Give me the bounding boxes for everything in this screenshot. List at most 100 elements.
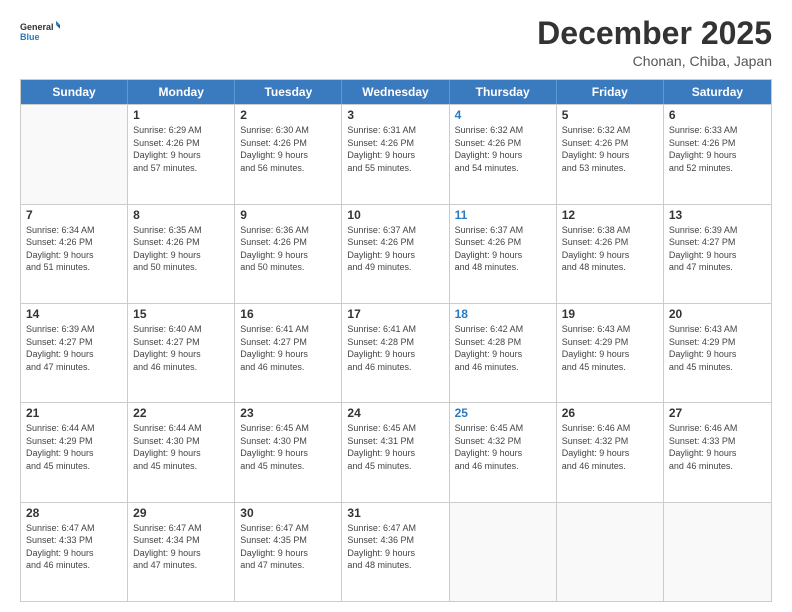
day-info: Sunrise: 6:29 AMSunset: 4:26 PMDaylight:… [133, 124, 229, 174]
calendar-row-3: 21 Sunrise: 6:44 AMSunset: 4:29 PMDayligh… [21, 402, 771, 501]
day-cell-13: 13Sunrise: 6:39 AMSunset: 4:27 PMDayligh… [664, 205, 771, 303]
day-number: 30 [240, 506, 336, 520]
day-cell-1: 1 Sunrise: 6:29 AMSunset: 4:26 PMDaylight… [128, 105, 235, 203]
day-info: Sunrise: 6:37 AMSunset: 4:26 PMDaylight:… [347, 224, 443, 274]
day-number: 16 [240, 307, 336, 321]
logo: General Blue [20, 16, 60, 51]
day-info: Sunrise: 6:45 AMSunset: 4:32 PMDaylight:… [455, 422, 551, 472]
day-cell-31: 31 Sunrise: 6:47 AMSunset: 4:36 PMDayligh… [342, 503, 449, 601]
day-cell-11: 11 Sunrise: 6:37 AMSunset: 4:26 PMDayligh… [450, 205, 557, 303]
empty-cell [21, 105, 128, 203]
day-cell-30: 30 Sunrise: 6:47 AMSunset: 4:35 PMDayligh… [235, 503, 342, 601]
day-cell-27: 27Sunrise: 6:46 AMSunset: 4:33 PMDayligh… [664, 403, 771, 501]
empty-cell [664, 503, 771, 601]
day-info: Sunrise: 6:43 AMSunset: 4:29 PMDaylight:… [562, 323, 658, 373]
day-number: 25 [455, 406, 551, 420]
day-number: 21 [26, 406, 122, 420]
header-day-wednesday: Wednesday [342, 80, 449, 104]
day-number: 8 [133, 208, 229, 222]
day-info: Sunrise: 6:46 AMSunset: 4:33 PMDaylight:… [669, 422, 766, 472]
calendar-row-4: 28 Sunrise: 6:47 AMSunset: 4:33 PMDayligh… [21, 502, 771, 601]
day-info: Sunrise: 6:47 AMSunset: 4:34 PMDaylight:… [133, 522, 229, 572]
day-info: Sunrise: 6:46 AMSunset: 4:32 PMDaylight:… [562, 422, 658, 472]
day-cell-26: 26Sunrise: 6:46 AMSunset: 4:32 PMDayligh… [557, 403, 664, 501]
calendar-row-0: 1 Sunrise: 6:29 AMSunset: 4:26 PMDaylight… [21, 104, 771, 203]
day-number: 13 [669, 208, 766, 222]
day-cell-10: 10 Sunrise: 6:37 AMSunset: 4:26 PMDayligh… [342, 205, 449, 303]
day-info: Sunrise: 6:36 AMSunset: 4:26 PMDaylight:… [240, 224, 336, 274]
day-number: 3 [347, 108, 443, 122]
day-info: Sunrise: 6:31 AMSunset: 4:26 PMDaylight:… [347, 124, 443, 174]
day-info: Sunrise: 6:40 AMSunset: 4:27 PMDaylight:… [133, 323, 229, 373]
day-cell-3: 3 Sunrise: 6:31 AMSunset: 4:26 PMDaylight… [342, 105, 449, 203]
day-number: 14 [26, 307, 122, 321]
day-info: Sunrise: 6:44 AMSunset: 4:29 PMDaylight:… [26, 422, 122, 472]
day-cell-29: 29 Sunrise: 6:47 AMSunset: 4:34 PMDayligh… [128, 503, 235, 601]
day-cell-7: 7 Sunrise: 6:34 AMSunset: 4:26 PMDaylight… [21, 205, 128, 303]
day-info: Sunrise: 6:44 AMSunset: 4:30 PMDaylight:… [133, 422, 229, 472]
day-cell-17: 17Sunrise: 6:41 AMSunset: 4:28 PMDayligh… [342, 304, 449, 402]
day-info: Sunrise: 6:34 AMSunset: 4:26 PMDaylight:… [26, 224, 122, 274]
day-info: Sunrise: 6:42 AMSunset: 4:28 PMDaylight:… [455, 323, 551, 373]
day-number: 19 [562, 307, 658, 321]
day-number: 1 [133, 108, 229, 122]
day-cell-8: 8 Sunrise: 6:35 AMSunset: 4:26 PMDaylight… [128, 205, 235, 303]
svg-text:General: General [20, 22, 54, 32]
day-info: Sunrise: 6:47 AMSunset: 4:35 PMDaylight:… [240, 522, 336, 572]
day-number: 6 [669, 108, 766, 122]
calendar-row-1: 7 Sunrise: 6:34 AMSunset: 4:26 PMDaylight… [21, 204, 771, 303]
day-cell-23: 23Sunrise: 6:45 AMSunset: 4:30 PMDayligh… [235, 403, 342, 501]
day-cell-20: 20Sunrise: 6:43 AMSunset: 4:29 PMDayligh… [664, 304, 771, 402]
month-title: December 2025 [537, 16, 772, 51]
day-cell-18: 18Sunrise: 6:42 AMSunset: 4:28 PMDayligh… [450, 304, 557, 402]
day-number: 29 [133, 506, 229, 520]
title-block: December 2025 Chonan, Chiba, Japan [537, 16, 772, 69]
header-day-saturday: Saturday [664, 80, 771, 104]
calendar-row-2: 14 Sunrise: 6:39 AMSunset: 4:27 PMDayligh… [21, 303, 771, 402]
day-info: Sunrise: 6:38 AMSunset: 4:26 PMDaylight:… [562, 224, 658, 274]
calendar-body: 1 Sunrise: 6:29 AMSunset: 4:26 PMDaylight… [21, 104, 771, 601]
day-info: Sunrise: 6:35 AMSunset: 4:26 PMDaylight:… [133, 224, 229, 274]
calendar-header: SundayMondayTuesdayWednesdayThursdayFrid… [21, 80, 771, 104]
day-info: Sunrise: 6:33 AMSunset: 4:26 PMDaylight:… [669, 124, 766, 174]
svg-text:Blue: Blue [20, 32, 40, 42]
logo-svg: General Blue [20, 16, 60, 51]
day-number: 11 [455, 208, 551, 222]
page: General Blue December 2025 Chonan, Chiba… [0, 0, 792, 612]
day-info: Sunrise: 6:37 AMSunset: 4:26 PMDaylight:… [455, 224, 551, 274]
empty-cell [557, 503, 664, 601]
header-day-monday: Monday [128, 80, 235, 104]
empty-cell [450, 503, 557, 601]
day-number: 9 [240, 208, 336, 222]
day-info: Sunrise: 6:45 AMSunset: 4:31 PMDaylight:… [347, 422, 443, 472]
header-day-tuesday: Tuesday [235, 80, 342, 104]
day-number: 12 [562, 208, 658, 222]
day-cell-9: 9 Sunrise: 6:36 AMSunset: 4:26 PMDaylight… [235, 205, 342, 303]
day-number: 7 [26, 208, 122, 222]
day-number: 24 [347, 406, 443, 420]
day-info: Sunrise: 6:30 AMSunset: 4:26 PMDaylight:… [240, 124, 336, 174]
day-cell-28: 28 Sunrise: 6:47 AMSunset: 4:33 PMDayligh… [21, 503, 128, 601]
day-cell-6: 6 Sunrise: 6:33 AMSunset: 4:26 PMDaylight… [664, 105, 771, 203]
header-day-friday: Friday [557, 80, 664, 104]
day-number: 20 [669, 307, 766, 321]
day-cell-24: 24 Sunrise: 6:45 AMSunset: 4:31 PMDayligh… [342, 403, 449, 501]
day-number: 4 [455, 108, 551, 122]
day-cell-19: 19 Sunrise: 6:43 AMSunset: 4:29 PMDayligh… [557, 304, 664, 402]
day-cell-5: 5Sunrise: 6:32 AMSunset: 4:26 PMDaylight… [557, 105, 664, 203]
day-number: 31 [347, 506, 443, 520]
day-info: Sunrise: 6:41 AMSunset: 4:27 PMDaylight:… [240, 323, 336, 373]
day-cell-21: 21 Sunrise: 6:44 AMSunset: 4:29 PMDayligh… [21, 403, 128, 501]
day-number: 10 [347, 208, 443, 222]
day-number: 28 [26, 506, 122, 520]
location: Chonan, Chiba, Japan [537, 53, 772, 69]
header: General Blue December 2025 Chonan, Chiba… [20, 16, 772, 69]
day-info: Sunrise: 6:47 AMSunset: 4:36 PMDaylight:… [347, 522, 443, 572]
day-info: Sunrise: 6:32 AMSunset: 4:26 PMDaylight:… [562, 124, 658, 174]
day-number: 17 [347, 307, 443, 321]
day-info: Sunrise: 6:47 AMSunset: 4:33 PMDaylight:… [26, 522, 122, 572]
day-info: Sunrise: 6:39 AMSunset: 4:27 PMDaylight:… [26, 323, 122, 373]
day-cell-15: 15Sunrise: 6:40 AMSunset: 4:27 PMDayligh… [128, 304, 235, 402]
day-cell-14: 14 Sunrise: 6:39 AMSunset: 4:27 PMDayligh… [21, 304, 128, 402]
header-day-thursday: Thursday [450, 80, 557, 104]
